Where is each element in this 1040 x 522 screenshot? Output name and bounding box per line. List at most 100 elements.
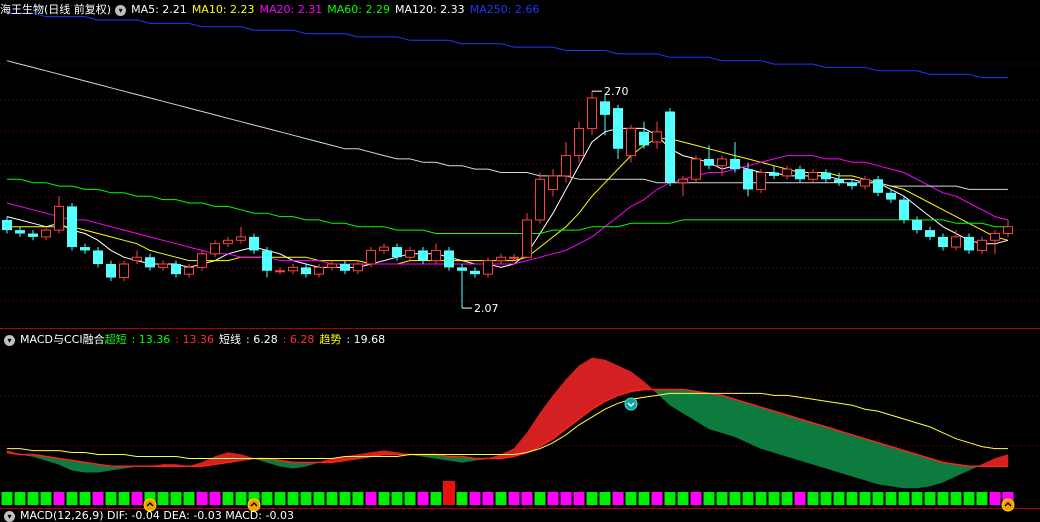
signal-bar <box>950 492 962 505</box>
signal-bar <box>924 492 936 505</box>
candle-body-down <box>847 182 857 187</box>
signal-bar <box>820 492 832 505</box>
candle-body-up <box>54 205 64 231</box>
ribbon-segment <box>292 462 307 469</box>
signal-bar <box>404 492 416 505</box>
signal-bar <box>27 492 39 505</box>
signal-bar <box>898 492 910 505</box>
candle-body-up <box>509 256 519 259</box>
candle-body-up <box>353 263 363 272</box>
signal-bar <box>690 492 702 505</box>
signal-bar <box>664 492 676 505</box>
candle-body-up <box>522 219 532 258</box>
ribbon-segment <box>916 454 931 489</box>
chevron-down-icon[interactable]: ▾ <box>4 510 15 522</box>
candle-body-up <box>275 270 285 273</box>
candle-body-up <box>184 266 194 275</box>
signal-bar <box>560 492 572 505</box>
candle-body-down <box>899 199 909 220</box>
candle-body-down <box>613 108 623 149</box>
macd-legend-text: MACD(12,26,9) DIF: -0.04 DEA: -0.03 MACD… <box>20 509 294 522</box>
candle-body-down <box>301 267 311 275</box>
candle-body-down <box>600 101 610 115</box>
candle-body-up <box>197 253 207 268</box>
ma-line-ma60 <box>7 178 1008 234</box>
candle-body-up <box>756 172 766 190</box>
signal-bar <box>469 492 481 505</box>
candle-body-down <box>457 267 467 271</box>
candle-body-down <box>340 264 350 271</box>
candle-body-down <box>80 247 90 251</box>
signal-bar <box>274 492 286 505</box>
signal-bar <box>157 492 169 505</box>
signal-bar <box>833 492 845 505</box>
ribbon-segment <box>591 357 606 410</box>
signal-bar <box>313 492 325 505</box>
ribbon-segment <box>734 398 749 444</box>
signal-bar <box>677 492 689 505</box>
indicator-legend-items: 超短: 13.36: 13.36 短线: 6.28: 6.28 趋势: 19.68 <box>105 331 391 349</box>
buy-signal-icon <box>1001 498 1015 512</box>
candle-body-up <box>860 178 870 187</box>
stock-title[interactable]: 海王生物(日线 前复权) <box>0 1 111 19</box>
signal-bar <box>92 492 104 505</box>
candle-body-up <box>717 158 727 167</box>
candle-body-down <box>93 250 103 264</box>
signal-bar <box>118 492 130 505</box>
signal-bar <box>846 492 858 505</box>
signal-bar <box>859 492 871 505</box>
chevron-down-icon[interactable]: ▾ <box>115 4 127 16</box>
stock-chart: 2.70 2.07 <box>0 12 1040 512</box>
ma-line-ma20 <box>6 155 1009 265</box>
signal-bar <box>599 492 611 505</box>
signal-bar <box>105 492 117 505</box>
signal-bar <box>339 492 351 505</box>
candle-body-down <box>470 270 480 275</box>
signal-bar <box>911 492 923 505</box>
ma-line-ma120 <box>6 60 1008 190</box>
candle-body-down <box>821 172 831 180</box>
candle-body-up <box>951 236 961 248</box>
signal-bar <box>326 492 338 505</box>
signal-bar <box>885 492 897 505</box>
ribbon-segment <box>968 464 983 471</box>
ribbon-segment <box>942 462 957 483</box>
signal-column <box>443 481 455 505</box>
ribbon-segment <box>695 391 710 430</box>
candle-body-up <box>535 178 545 221</box>
candle-body-up <box>379 246 389 251</box>
signal-bar <box>456 492 468 505</box>
candle-body-down <box>795 169 805 180</box>
ribbon-segment <box>526 412 541 453</box>
ribbon-segment <box>565 365 580 430</box>
ribbon-segment <box>643 381 658 394</box>
signal-bar <box>183 492 195 505</box>
ribbon-segment <box>851 434 866 481</box>
chevron-down-icon[interactable]: ▾ <box>4 334 15 346</box>
low-price-label: 2.07 <box>474 302 499 315</box>
signal-bar <box>222 492 234 505</box>
candle-body-down <box>262 250 272 271</box>
ribbon-segment <box>981 458 996 467</box>
ma-legend-items: MA5: 2.21 MA10: 2.23 MA20: 2.31 MA60: 2.29 M… <box>131 1 544 19</box>
signal-bar <box>261 492 273 505</box>
legend-item: MA120: 2.33 <box>394 3 465 16</box>
candle-body-down <box>769 172 779 176</box>
macd-cci-indicator <box>1 357 1015 512</box>
indicator-title[interactable]: MACD与CCI融合 <box>20 331 105 349</box>
candle-body-down <box>938 236 948 248</box>
ribbon-segment <box>656 389 671 406</box>
ribbon-segment <box>994 454 1009 467</box>
candle-body-up <box>41 229 51 238</box>
candle-body-down <box>730 158 740 170</box>
signal-bar <box>430 492 442 505</box>
signal-bar <box>534 492 546 505</box>
signal-bar <box>651 492 663 505</box>
candle-body-up <box>405 249 415 258</box>
candle-body-up <box>561 155 571 177</box>
ribbon-segment <box>747 402 762 449</box>
candle-body-up <box>314 266 324 275</box>
candle-body-down <box>704 158 714 166</box>
signal-bar <box>79 492 91 505</box>
candle-body-down <box>392 247 402 258</box>
